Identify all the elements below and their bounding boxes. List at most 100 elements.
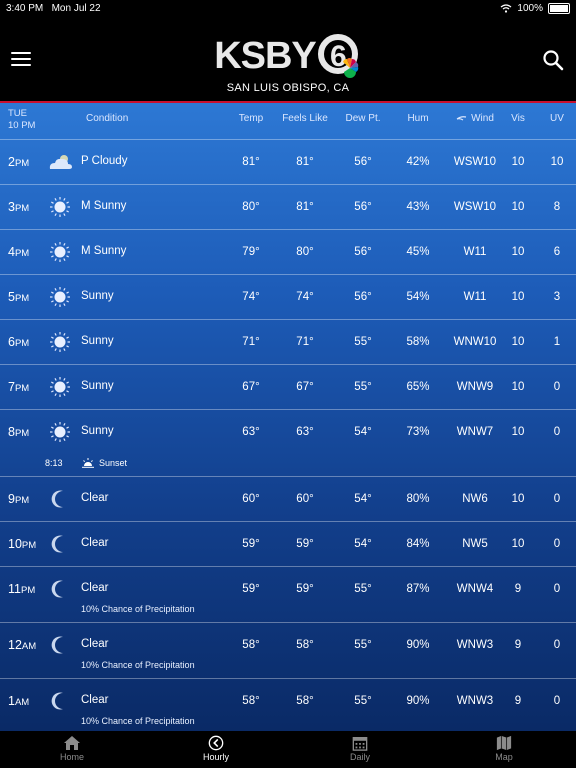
table-row[interactable]: 4PM M Sunny 79° 80° 56° 45% W11 10 6 [0,229,576,274]
row-visibility: 10 [511,156,525,168]
header-dew-point: Dew Pt. [345,113,381,124]
row-visibility: 10 [511,291,525,303]
hourly-table[interactable]: TUE 10 PM Condition Temp Feels Like Dew … [0,103,576,731]
hourly-icon [208,735,224,751]
row-uv: 10 [550,156,564,168]
row-time: 5PM [8,290,30,304]
home-icon [64,736,80,750]
row-wind: WSW10 [453,156,497,168]
table-row[interactable]: 12AM Clear 58° 58° 55° 90% WNW3 9 0 10% C… [0,622,576,678]
row-humidity: 58% [406,336,430,348]
row-dew-point: 56° [354,201,372,213]
table-row[interactable]: 3PM M Sunny 80° 81° 56° 43% WSW10 10 8 [0,184,576,229]
row-humidity: 84% [406,538,430,550]
header-temp: Temp [238,113,264,124]
sun-icon [46,196,74,218]
row-feels-like: 58° [296,695,314,707]
table-row[interactable]: 11PM Clear 59° 59° 55° 87% WNW4 9 0 10% C… [0,566,576,622]
row-time: 9PM [8,492,30,506]
row-uv: 0 [553,583,561,595]
sun-icon [46,421,74,443]
row-feels-like: 60° [296,493,314,505]
row-visibility: 10 [511,493,525,505]
row-temp: 60° [242,493,260,505]
status-right: 100% [500,2,570,14]
row-temp: 80° [242,201,260,213]
header-feels-like: Feels Like [282,113,328,124]
sun-icon [46,376,74,398]
row-time: 2PM [8,155,30,169]
row-condition: M Sunny [81,200,127,212]
row-uv: 3 [553,291,561,303]
status-bar: 3:40 PM Mon Jul 22 100% [0,0,576,16]
row-humidity: 80% [406,493,430,505]
row-temp: 59° [242,583,260,595]
row-uv: 0 [553,639,561,651]
battery-icon [548,2,570,14]
row-condition: P Cloudy [81,155,128,167]
tab-daily[interactable]: Daily [288,731,432,768]
row-visibility: 9 [514,583,522,595]
row-time: 11PM [8,582,36,596]
svg-text:6: 6 [330,40,346,73]
battery-percent: 100% [517,2,543,14]
row-humidity: 90% [406,639,430,651]
sunset-time: 8:13 [45,458,63,468]
status-time: 3:40 PM [6,2,44,14]
row-uv: 0 [553,426,561,438]
table-row[interactable]: 5PM Sunny 74° 74° 56° 54% W11 10 3 [0,274,576,319]
row-dew-point: 55° [354,639,372,651]
partly-cloudy-icon [46,151,74,173]
row-feels-like: 74° [296,291,314,303]
moon-icon [46,488,74,510]
table-row[interactable]: 9PM Clear 60° 60° 54° 80% NW6 10 0 [0,476,576,521]
row-condition: Sunny [81,425,114,437]
table-row[interactable]: 8PM Sunny 63° 63° 54° 73% WNW7 10 0 8:13… [0,409,576,476]
row-dew-point: 56° [354,156,372,168]
row-wind: NW5 [462,538,488,550]
row-humidity: 43% [406,201,430,213]
row-wind: WSW10 [453,201,497,213]
table-row[interactable]: 6PM Sunny 71° 71° 55° 58% WNW10 10 1 [0,319,576,364]
row-wind: WNW7 [456,426,494,438]
row-dew-point: 54° [354,426,372,438]
row-time: 4PM [8,245,30,259]
table-row[interactable]: 1AM Clear 58° 58° 55° 90% WNW3 9 0 10% Ch… [0,678,576,731]
table-row[interactable]: 2PM P Cloudy 81° 81° 56° 42% WSW10 10 10 [0,139,576,184]
location-label: SAN LUIS OBISPO, CA [226,82,350,94]
row-feels-like: 81° [296,201,314,213]
tab-hourly[interactable]: Hourly [144,731,288,768]
row-condition: Clear [81,492,109,504]
status-left: 3:40 PM Mon Jul 22 [6,3,101,14]
row-humidity: 65% [406,381,430,393]
row-dew-point: 56° [354,246,372,258]
row-wind: W11 [463,246,487,258]
table-row[interactable]: 7PM Sunny 67° 67° 55° 65% WNW9 10 0 [0,364,576,409]
row-condition: Clear [81,582,109,594]
row-condition: Clear [81,638,109,650]
sun-icon [46,331,74,353]
row-feels-like: 80° [296,246,314,258]
row-uv: 0 [553,538,561,550]
tab-map[interactable]: Map [432,731,576,768]
row-dew-point: 55° [354,381,372,393]
logo-text: KSBY [214,35,317,77]
search-icon[interactable] [542,49,564,71]
row-time: 6PM [8,335,30,349]
table-row[interactable]: 10PM Clear 59° 59° 54° 84% NW5 10 0 [0,521,576,566]
row-visibility: 9 [514,639,522,651]
wifi-icon [501,3,512,13]
precip-chance: 10% Chance of Precipitation [81,660,195,670]
logo-area: KSBY 6 SAN LUIS OBISPO, CA [0,34,576,94]
row-feels-like: 59° [296,538,314,550]
row-humidity: 73% [406,426,430,438]
row-temp: 58° [242,639,260,651]
row-humidity: 54% [406,291,430,303]
row-dew-point: 56° [354,291,372,303]
row-visibility: 10 [511,336,525,348]
row-humidity: 87% [406,583,430,595]
row-dew-point: 54° [354,538,372,550]
row-wind: WNW3 [456,639,494,651]
tab-home[interactable]: Home [0,731,144,768]
row-humidity: 90% [406,695,430,707]
